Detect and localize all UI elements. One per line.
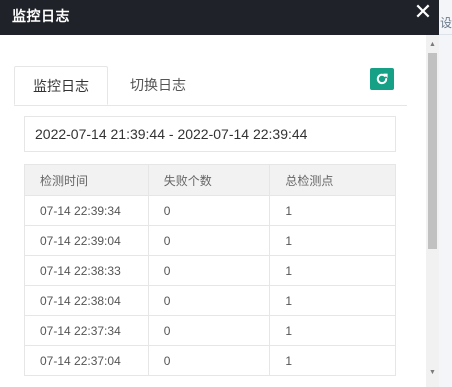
scroll-up-arrow-icon[interactable]: ▲ bbox=[426, 38, 439, 51]
dialog-content: 监控日志 切换日志 2022-07-14 21:39:44 - 2022-07-… bbox=[0, 35, 426, 387]
column-header-total-points: 总检测点 bbox=[269, 164, 396, 196]
refresh-icon bbox=[376, 73, 388, 85]
cell-fail-count: 0 bbox=[147, 345, 271, 376]
dialog-titlebar: 监控日志 ✕ bbox=[0, 0, 439, 35]
table-row: 07-14 22:39:34 0 1 bbox=[24, 195, 396, 226]
cell-total-points: 1 bbox=[269, 255, 396, 286]
monitor-log-table: 检测时间 失败个数 总检测点 07-14 22:39:34 0 1 07-14 … bbox=[24, 164, 396, 376]
cell-total-points: 1 bbox=[269, 225, 396, 256]
table-row: 07-14 22:37:04 0 1 bbox=[24, 345, 396, 376]
cell-check-time: 07-14 22:37:34 bbox=[24, 315, 149, 346]
cell-total-points: 1 bbox=[269, 285, 396, 316]
cell-fail-count: 0 bbox=[147, 285, 271, 316]
cell-check-time: 07-14 22:39:04 bbox=[24, 225, 149, 256]
table-row: 07-14 22:39:04 0 1 bbox=[24, 225, 396, 256]
monitor-log-dialog: 监控日志 ✕ 监控日志 切换日志 2022-07-14 21:39:44 - 2… bbox=[0, 0, 439, 387]
cell-check-time: 07-14 22:39:34 bbox=[24, 195, 149, 226]
scroll-down-arrow-icon[interactable]: ▼ bbox=[426, 366, 439, 379]
refresh-button[interactable] bbox=[370, 68, 394, 90]
tab-monitor-log[interactable]: 监控日志 bbox=[14, 66, 108, 105]
tab-switch-log[interactable]: 切换日志 bbox=[114, 66, 202, 105]
cell-total-points: 1 bbox=[269, 315, 396, 346]
column-header-fail-count: 失败个数 bbox=[147, 164, 271, 196]
tab-bar: 监控日志 切换日志 bbox=[14, 66, 407, 106]
cell-total-points: 1 bbox=[269, 195, 396, 226]
cell-check-time: 07-14 22:38:04 bbox=[24, 285, 149, 316]
scrollbar-thumb[interactable] bbox=[428, 53, 437, 249]
background-page bbox=[439, 0, 452, 387]
table-row: 07-14 22:37:34 0 1 bbox=[24, 315, 396, 346]
table-header-row: 检测时间 失败个数 总检测点 bbox=[24, 164, 396, 196]
table-row: 07-14 22:38:04 0 1 bbox=[24, 285, 396, 316]
cell-check-time: 07-14 22:37:04 bbox=[24, 345, 149, 376]
cell-fail-count: 0 bbox=[147, 315, 271, 346]
table-row: 07-14 22:38:33 0 1 bbox=[24, 255, 396, 286]
cell-total-points: 1 bbox=[269, 345, 396, 376]
close-icon[interactable]: ✕ bbox=[408, 0, 438, 30]
column-header-check-time: 检测时间 bbox=[24, 164, 149, 196]
cell-fail-count: 0 bbox=[147, 255, 271, 286]
dialog-title: 监控日志 bbox=[12, 8, 70, 24]
background-link-fragment: 设置 bbox=[440, 16, 452, 30]
background-divider bbox=[439, 34, 452, 35]
cell-fail-count: 0 bbox=[147, 225, 271, 256]
vertical-scrollbar[interactable]: ▲ ▼ bbox=[426, 35, 439, 387]
cell-check-time: 07-14 22:38:33 bbox=[24, 255, 149, 286]
date-range-input[interactable]: 2022-07-14 21:39:44 - 2022-07-14 22:39:4… bbox=[24, 116, 396, 152]
cell-fail-count: 0 bbox=[147, 195, 271, 226]
